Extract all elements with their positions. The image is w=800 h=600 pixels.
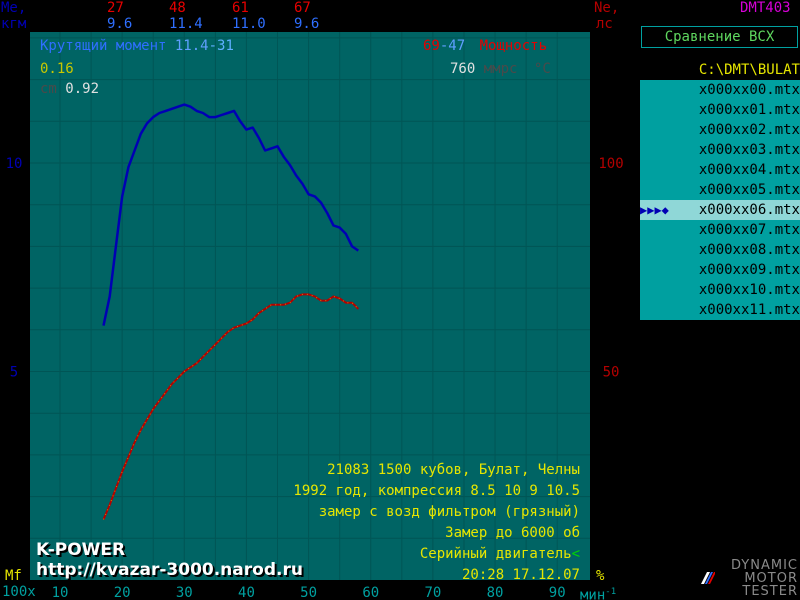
left-value: 0.16	[40, 61, 74, 77]
left-unit-bottom: кгм	[1, 16, 27, 32]
file-name: x000xx00.mtx	[698, 82, 800, 98]
logo-line: TESTER	[742, 584, 798, 599]
file-name: x000xx09.mtx	[698, 262, 800, 278]
x-tick-label: 90	[549, 585, 566, 600]
torque-legend-rpm: -31	[208, 38, 234, 54]
file-name: x000xx08.mtx	[698, 242, 800, 258]
note-text: Серийный двигатель	[419, 546, 572, 562]
torque-legend: Крутящий момент 11.4-31	[40, 38, 234, 54]
left-tick-label: 10	[6, 156, 23, 172]
file-item[interactable]: x000xx01.mtx	[640, 100, 800, 120]
power-reading: 61	[232, 0, 249, 16]
file-name: x000xx10.mtx	[698, 282, 800, 298]
power-reading: 27	[107, 0, 124, 16]
selection-marker-icon: ▶▶▶◆	[640, 203, 669, 217]
power-reading: 67	[294, 0, 311, 16]
torque-legend-label: Крутящий момент	[40, 38, 167, 54]
right-unit-top: Ne,	[594, 0, 620, 16]
file-name: x000xx07.mtx	[698, 222, 800, 238]
brand-block: K-POWER http://kvazar-3000.narod.ru	[36, 540, 303, 580]
file-item[interactable]: x000xx10.mtx	[640, 280, 800, 300]
directory-path: C:\DMT\BULAT	[698, 62, 800, 78]
file-name: x000xx06.mtx	[698, 202, 800, 218]
cm-value: 0.92	[65, 81, 100, 97]
cm-label: cm	[40, 81, 57, 97]
x-tick-label: 80	[487, 585, 504, 600]
x-unit-exp: -1	[605, 587, 617, 597]
torque-reading: 11.0	[232, 16, 266, 32]
left-tick-label: 5	[10, 365, 18, 381]
x-multiplier: 100x	[2, 584, 36, 600]
power-legend-value: 69	[423, 38, 440, 54]
file-item[interactable]: x000xx07.mtx	[640, 220, 800, 240]
brand-url[interactable]: http://kvazar-3000.narod.ru	[36, 560, 303, 580]
file-name: x000xx04.mtx	[698, 162, 800, 178]
temp-unit: °C	[533, 61, 551, 77]
power-legend: 69-47 Мощность	[423, 38, 547, 54]
file-name: x000xx02.mtx	[698, 122, 800, 138]
note-line: замер с возд фильтром (грязный)	[318, 504, 580, 520]
file-name: x000xx01.mtx	[698, 102, 800, 118]
file-item[interactable]: x000xx04.mtx	[640, 160, 800, 180]
torque-reading: 9.6	[107, 16, 133, 32]
compare-button[interactable]: Сравнение ВСХ	[641, 26, 798, 48]
torque-legend-value: 11.4	[174, 38, 209, 54]
left-unit-top: Me,	[1, 0, 27, 16]
file-item[interactable]: x000xx08.mtx	[640, 240, 800, 260]
file-item[interactable]: x000xx09.mtx	[640, 260, 800, 280]
right-tick-label: 50	[603, 365, 620, 381]
note-line: 21083 1500 кубов, Булат, Челны	[327, 462, 580, 478]
x-tick-label: 60	[362, 585, 379, 600]
note-line: 1992 год, компрессия 8.5 10 9 10.5	[293, 483, 580, 499]
x-unit-text: мин	[580, 587, 606, 600]
app-name: DMT403	[740, 0, 791, 16]
cm-readout: cm 0.92	[40, 81, 99, 97]
file-name: x000xx05.mtx	[698, 182, 800, 198]
x-tick-label: 10	[52, 585, 69, 600]
file-item[interactable]: x000xx11.mtx	[640, 300, 800, 320]
dyno-window: 10 20 30 40 50 60 70 80 90 5 10 50 100 Me, кгм Ne, л…	[0, 0, 800, 600]
file-item[interactable]: ▶▶▶◆ x000xx06.mtx	[640, 200, 800, 220]
file-item[interactable]: x000xx05.mtx	[640, 180, 800, 200]
dmt-logo: DYNAMIC MOTOR TESTER	[695, 558, 800, 600]
x-tick-label: 20	[114, 585, 131, 600]
power-reading: 48	[169, 0, 186, 16]
logo-stripes-icon	[701, 572, 715, 584]
x-tick-label: 30	[176, 585, 193, 600]
x-unit: мин-1	[580, 584, 616, 600]
file-item[interactable]: x000xx03.mtx	[640, 140, 800, 160]
torque-reading: 11.4	[169, 16, 203, 32]
mf-label: Mf	[5, 568, 22, 584]
pressure-unit: ммрс	[483, 61, 518, 77]
edit-caret: <	[571, 546, 580, 562]
percent-label: %	[596, 568, 605, 584]
power-legend-label: Мощность	[479, 38, 548, 54]
file-item[interactable]: x000xx00.mtx	[640, 80, 800, 100]
pressure-value: 760	[450, 61, 476, 77]
x-tick-label: 40	[238, 585, 255, 600]
torque-reading: 9.6	[294, 16, 320, 32]
file-name: x000xx11.mtx	[698, 302, 800, 318]
file-name: x000xx03.mtx	[698, 142, 800, 158]
right-unit-bottom: лс	[596, 16, 613, 32]
file-item[interactable]: x000xx02.mtx	[640, 120, 800, 140]
pressure-readout: 760 ммрс °C	[450, 61, 551, 77]
file-list: x000xx00.mtx x000xx01.mtx x000xx02.mtx x000…	[640, 80, 800, 320]
brand-name: K-POWER	[36, 540, 126, 560]
power-legend-rpm: -47	[439, 38, 466, 54]
x-tick-label: 50	[300, 585, 317, 600]
right-tick-label: 100	[598, 156, 623, 172]
x-tick-label: 70	[424, 585, 441, 600]
